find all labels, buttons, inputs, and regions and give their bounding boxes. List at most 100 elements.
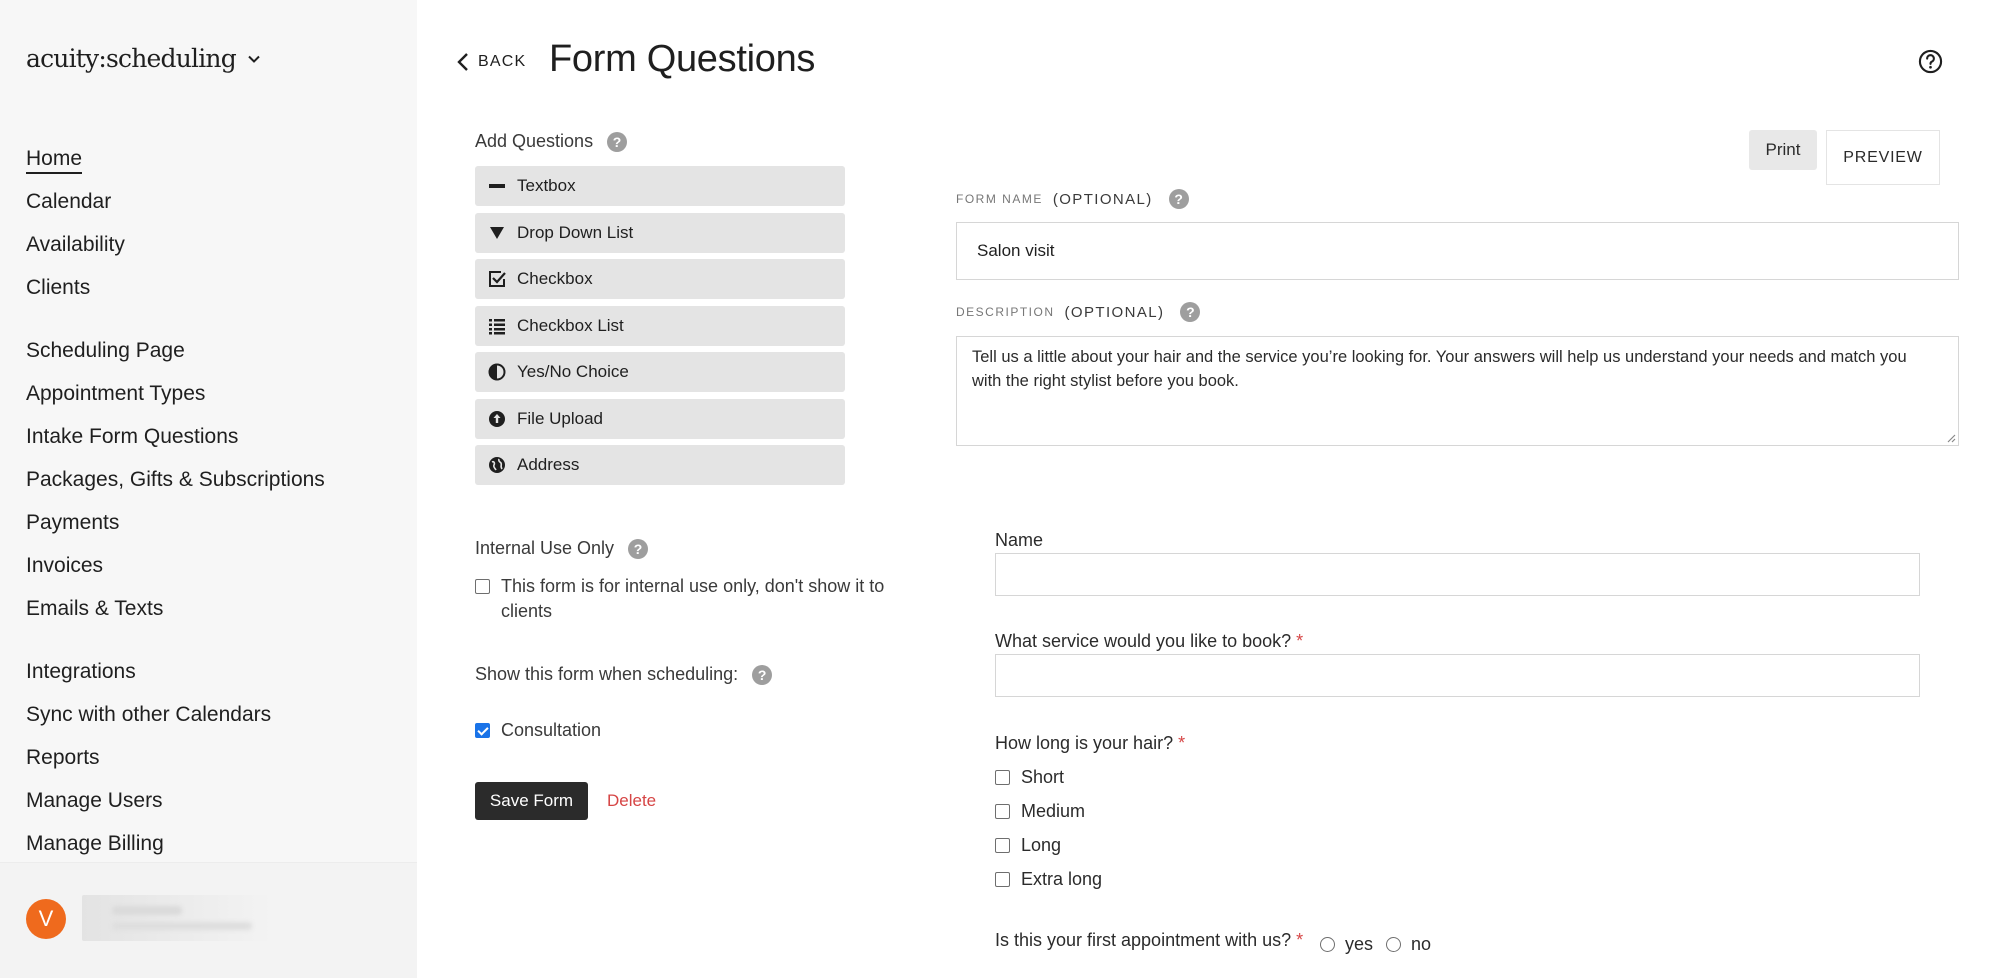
nav-item-payments[interactable]: Payments <box>26 501 396 544</box>
nav-item-label: Scheduling Page <box>26 339 185 362</box>
nav-item-label: Reports <box>26 746 100 769</box>
nav-item-label: Home <box>26 147 83 174</box>
nav-item-invoices[interactable]: Invoices <box>26 544 396 587</box>
first-appointment-yes: yes <box>1320 934 1373 955</box>
nav-item-label: Sync with other Calendars <box>26 703 272 726</box>
internal-use-heading: Internal Use Only ? <box>475 538 649 559</box>
question-type-label: Checkbox <box>517 269 593 288</box>
add-questions-heading: Add Questions ? <box>475 131 628 152</box>
yes-label: yes <box>1345 934 1374 954</box>
question-text: What service would you like to book? <box>995 631 1292 651</box>
internal-use-label: Internal Use Only <box>475 538 615 558</box>
back-button[interactable]: BACK <box>456 52 526 72</box>
add-yes-no-button[interactable]: Yes/No Choice <box>475 352 845 392</box>
option-label: Short <box>1021 767 1065 787</box>
required-mark: * <box>1296 930 1304 950</box>
half-circle-icon <box>488 363 506 381</box>
nav-item-intake-form-questions[interactable]: Intake Form Questions <box>26 415 396 458</box>
nav-item-label: Integrations <box>26 660 136 683</box>
question-type-label: Drop Down List <box>517 222 634 242</box>
hair-question-label: How long is your hair? * <box>995 733 1185 754</box>
add-questions-label: Add Questions <box>475 131 594 151</box>
nav-item-calendar[interactable]: Calendar <box>26 180 396 223</box>
sidebar: acuity:scheduling Home Calendar Availabi… <box>0 0 417 978</box>
description-label: DESCRIPTION <box>956 305 1055 319</box>
nav-item-emails-texts[interactable]: Emails & Texts <box>26 587 396 630</box>
account-logo-menu[interactable]: acuity:scheduling <box>26 44 262 73</box>
form-name-label-row: FORM NAME (OPTIONAL) ? <box>956 189 1189 209</box>
nav-item-manage-users[interactable]: Manage Users <box>26 779 396 822</box>
no-radio[interactable] <box>1386 937 1401 952</box>
help-icon[interactable]: ? <box>1180 302 1201 322</box>
nav-item-integrations[interactable]: Integrations <box>26 650 396 693</box>
consultation-checkbox[interactable] <box>475 723 490 738</box>
nav-item-label: Invoices <box>26 554 104 577</box>
yes-radio[interactable] <box>1320 937 1335 952</box>
user-account-block[interactable]: V <box>0 862 417 978</box>
service-input[interactable] <box>995 654 1920 697</box>
help-icon[interactable]: ? <box>752 664 773 685</box>
name-input[interactable] <box>995 553 1920 596</box>
avatar: V <box>26 899 66 939</box>
save-form-button[interactable]: Save Form <box>475 782 588 820</box>
first-appointment-no: no <box>1386 934 1431 955</box>
show-when-heading: Show this form when scheduling: ? <box>475 664 773 685</box>
nav-item-scheduling-page[interactable]: Scheduling Page <box>26 329 396 372</box>
question-type-label: Textbox <box>517 176 576 195</box>
hair-option-medium: Medium <box>995 801 1085 822</box>
nav-item-manage-billing[interactable]: Manage Billing <box>26 822 396 865</box>
internal-use-checkbox-label: This form is for internal use only, don'… <box>501 576 885 621</box>
list-icon <box>488 317 506 335</box>
no-label: no <box>1411 934 1432 954</box>
option-checkbox[interactable] <box>995 872 1010 887</box>
resize-handle-icon[interactable] <box>1946 433 1956 443</box>
nav-item-reports[interactable]: Reports <box>26 736 396 779</box>
add-checkbox-list-button[interactable]: Checkbox List <box>475 305 845 346</box>
question-type-label: File Upload <box>517 408 603 428</box>
add-dropdown-button[interactable]: Drop Down List <box>475 212 845 253</box>
required-mark: * <box>1296 631 1304 651</box>
nav-item-home[interactable]: Home <box>26 137 396 180</box>
internal-use-option: This form is for internal use only, don'… <box>475 574 915 624</box>
print-button[interactable]: Print <box>1749 130 1817 170</box>
preview-button[interactable]: PREVIEW <box>1826 130 1940 185</box>
chevron-down-icon <box>248 55 260 63</box>
add-file-upload-button[interactable]: File Upload <box>475 398 845 439</box>
chevron-left-icon <box>457 53 468 71</box>
globe-icon <box>488 456 506 474</box>
description-textarea[interactable]: Tell us a little about your hair and the… <box>956 336 1959 446</box>
help-circle-icon[interactable] <box>1918 49 1943 74</box>
checkbox-icon <box>488 270 506 288</box>
description-text: Tell us a little about your hair and the… <box>972 348 1907 390</box>
add-address-button[interactable]: Address <box>475 445 845 485</box>
upload-icon <box>488 410 506 428</box>
add-textbox-button[interactable]: Textbox <box>475 166 845 206</box>
nav-item-availability[interactable]: Availability <box>26 223 396 266</box>
add-checkbox-button[interactable]: Checkbox <box>475 259 845 299</box>
delete-link[interactable]: Delete <box>607 791 656 811</box>
nav-item-clients[interactable]: Clients <box>26 266 396 309</box>
question-type-label: Address <box>517 455 580 474</box>
help-icon[interactable]: ? <box>628 538 649 559</box>
redacted-user-info <box>82 895 272 941</box>
main-nav: Home Calendar Availability Clients Sched… <box>26 137 396 885</box>
back-label: BACK <box>478 53 527 70</box>
option-checkbox[interactable] <box>995 838 1010 853</box>
appointment-type-option: Consultation <box>475 718 601 743</box>
service-question-label: What service would you like to book? * <box>995 631 1303 652</box>
nav-group-main: Home Calendar Availability Clients <box>26 137 396 309</box>
nav-item-label: Payments <box>26 511 120 534</box>
nav-item-sync-calendars[interactable]: Sync with other Calendars <box>26 693 396 736</box>
option-checkbox[interactable] <box>995 770 1010 785</box>
form-name-input[interactable]: Salon visit <box>956 222 1959 280</box>
nav-item-label: Appointment Types <box>26 382 206 405</box>
hair-option-long: Long <box>995 835 1061 856</box>
help-icon[interactable]: ? <box>1168 189 1189 209</box>
option-checkbox[interactable] <box>995 804 1010 819</box>
nav-group-settings: Integrations Sync with other Calendars R… <box>26 650 396 865</box>
internal-use-checkbox[interactable] <box>475 579 490 594</box>
help-icon[interactable]: ? <box>607 131 628 152</box>
nav-item-appointment-types[interactable]: Appointment Types <box>26 372 396 415</box>
nav-item-packages[interactable]: Packages, Gifts & Subscriptions <box>26 458 396 501</box>
question-text: How long is your hair? <box>995 733 1174 753</box>
